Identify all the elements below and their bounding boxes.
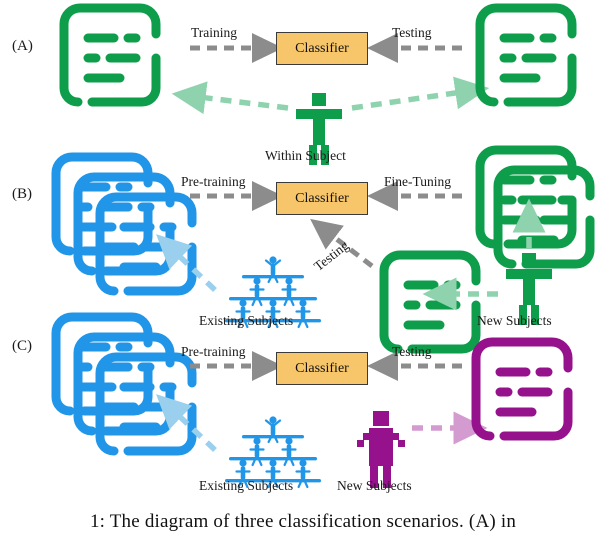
figure-diagram — [0, 0, 606, 488]
document-stack-icon-c — [56, 317, 192, 451]
dashed-arrow-icon-subject-to-right-doc — [351, 76, 490, 111]
caption-label-existing-subjects-c: Existing Subjects — [199, 478, 294, 493]
classifier-box-b: Classifier — [276, 182, 368, 215]
caption-label-within-subject: Within Subject — [265, 148, 346, 163]
row-tag-a: (A) — [12, 38, 33, 54]
document-stack-icon-b-right — [480, 150, 590, 264]
caption-label-new-subjects-c: New Subjects — [337, 478, 412, 493]
classifier-box-c: Classifier — [276, 352, 368, 385]
document-icon-c-right — [476, 342, 568, 436]
arrow-label-pretraining-c: Pre-training — [181, 344, 246, 359]
document-icon-a-right — [480, 8, 572, 102]
person-icon-new-subjects-c — [357, 411, 405, 488]
row-tag-c: (C) — [12, 338, 32, 354]
arrow-label-testing-c: Testing — [392, 344, 432, 359]
document-stack-icon-b — [56, 157, 192, 291]
row-c-group — [56, 317, 568, 488]
dashed-arrow-icon-subject-to-left-doc — [171, 81, 289, 115]
arrow-label-training-a: Training — [191, 25, 238, 40]
row-tag-b: (B) — [12, 186, 32, 202]
people-pyramid-icon-c — [225, 417, 321, 487]
figure-caption: 1: The diagram of three classification s… — [89, 511, 517, 532]
caption-label-existing-subjects-b: Existing Subjects — [199, 313, 294, 328]
arrow-label-pretraining-b: Pre-training — [181, 174, 246, 189]
document-icon-a-left — [64, 8, 156, 102]
document-icon-b-new-subject — [384, 255, 476, 349]
classifier-box-a: Classifier — [276, 32, 368, 65]
arrow-label-testing-a: Testing — [392, 25, 432, 40]
caption-label-new-subjects-b: New Subjects — [477, 313, 552, 328]
arrow-label-finetuning-b: Fine-Tuning — [384, 174, 452, 189]
